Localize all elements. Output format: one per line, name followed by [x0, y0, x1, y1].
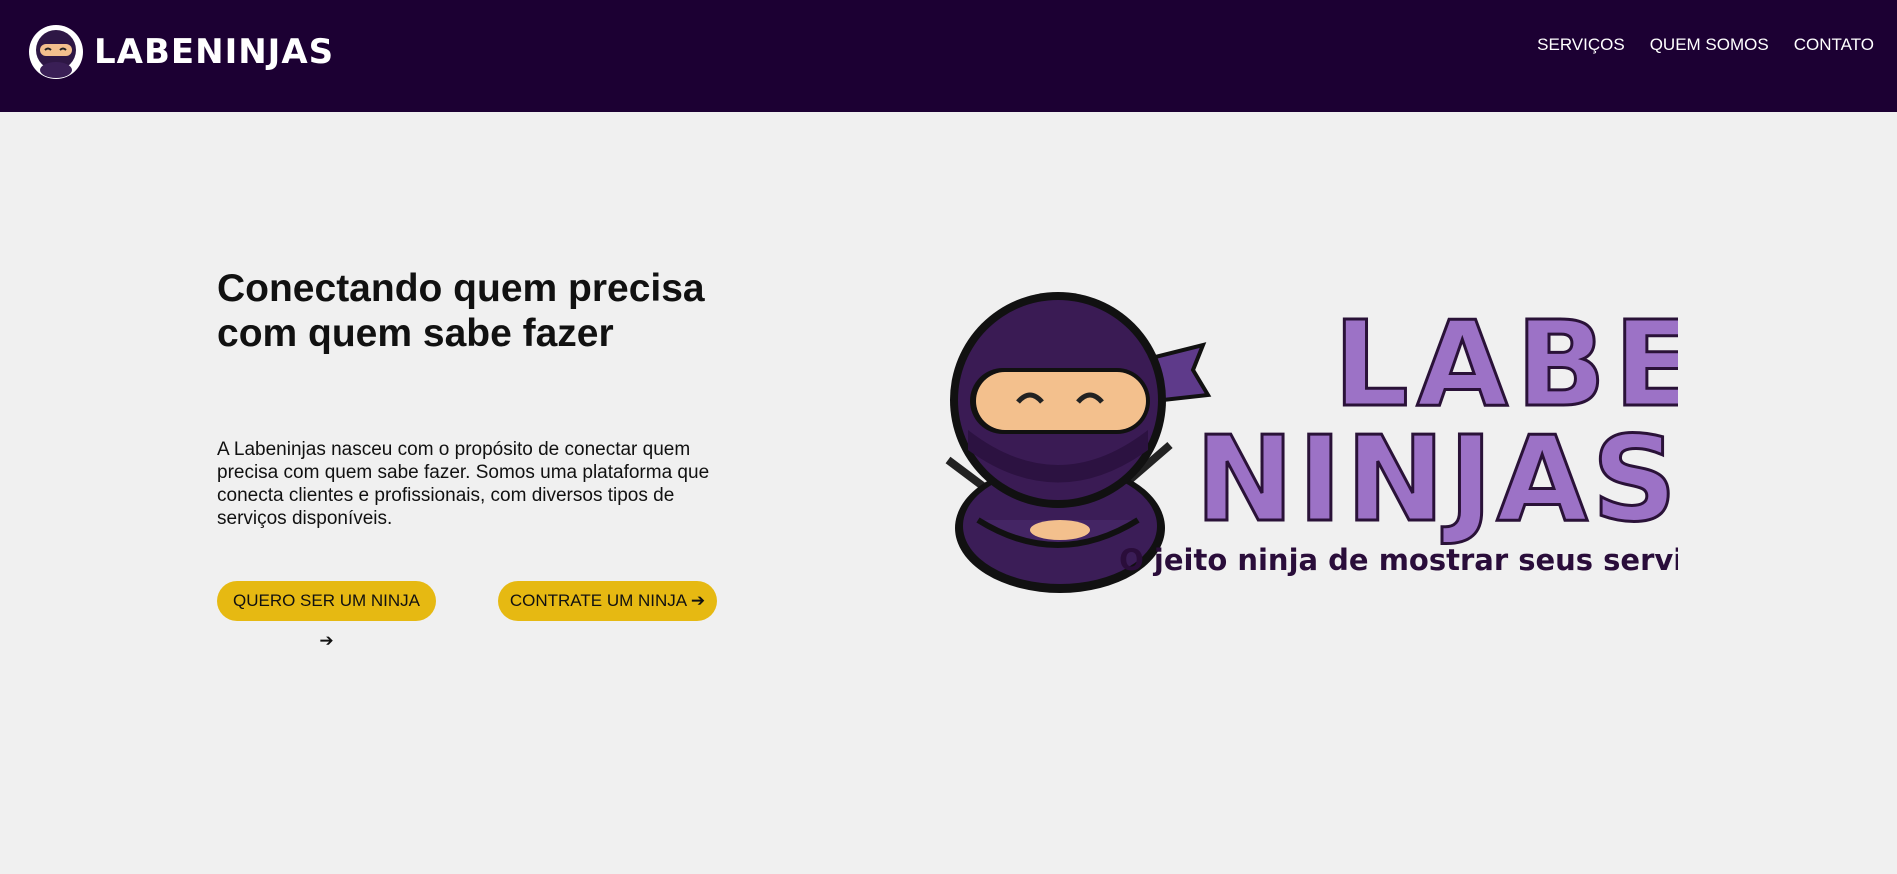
brand-name: LABENINJAS — [94, 32, 335, 72]
nav-contato[interactable]: CONTATO — [1794, 35, 1874, 55]
ninja-mascot-icon: LABE NINJAS O jeito ninja de mostrar seu… — [945, 292, 1751, 593]
hero-description: A Labeninjas nasceu com o propósito de c… — [217, 439, 710, 529]
labeninjas-illustration: LABE NINJAS O jeito ninja de mostrar seu… — [938, 290, 1751, 605]
logo-line-2: NINJAS — [1195, 410, 1678, 548]
ninja-avatar-icon — [29, 25, 83, 79]
site-header: LABENINJAS SERVIÇOS QUEM SOMOS CONTATO — [0, 0, 1897, 112]
brand-logo[interactable]: LABENINJAS — [28, 24, 334, 80]
nav-quem-somos[interactable]: QUEM SOMOS — [1650, 35, 1769, 55]
main-nav: SERVIÇOS QUEM SOMOS CONTATO — [1537, 35, 1874, 55]
become-ninja-button[interactable]: QUERO SER UM NINJA ➔ — [217, 581, 436, 650]
logo-tagline: O jeito ninja de mostrar seus serviços! — [1119, 543, 1678, 577]
hire-ninja-button[interactable]: CONTRATE UM NINJA ➔ — [498, 581, 717, 621]
nav-servicos[interactable]: SERVIÇOS — [1537, 35, 1625, 55]
hero-title: Conectando quem precisa com quem sabe fa… — [217, 267, 705, 355]
